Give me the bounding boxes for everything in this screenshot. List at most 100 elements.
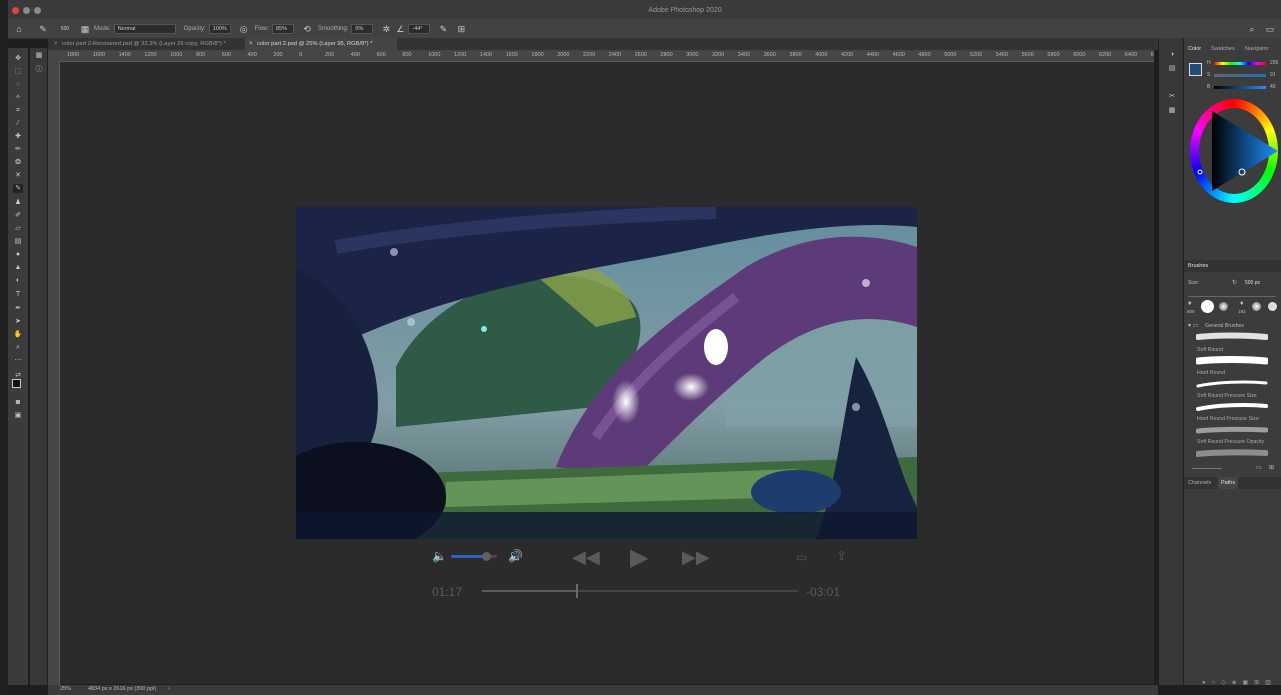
eraser-tool-icon[interactable]: ▱ [13,224,23,233]
brightness-slider[interactable] [1214,86,1266,89]
brush-hard-round-pressure-size[interactable]: Hard Round Pressure Size [1197,416,1259,422]
screen-mode-icon[interactable]: ▣ [13,411,23,420]
document-info[interactable]: 4834 px x 2616 px (300 ppi) [88,686,156,692]
search-icon[interactable]: ⌕ [1247,24,1257,34]
foreground-color-swatch[interactable] [12,379,21,388]
adjust-icon[interactable]: ◑ [1167,50,1177,59]
airplay-icon[interactable]: ▭ [796,550,807,564]
info-icon[interactable]: ⓘ [34,65,44,74]
smoothing-options-icon[interactable]: ✲ [381,24,391,34]
zoom-window-button[interactable] [34,7,41,14]
angle-input[interactable]: -44° [408,23,431,34]
horizontal-ruler[interactable]: 1800 1600 1400 1200 1000 800 600 400 200 0 200 400 6… [60,50,1154,62]
brush-preset-tip-icon[interactable]: ♦ [1188,300,1192,307]
color-wheel[interactable] [1190,99,1278,203]
close-tab-icon[interactable]: × [54,38,58,50]
scrubber-handle[interactable] [575,584,578,598]
magic-wand-tool-icon[interactable]: ✧ [13,93,23,102]
brush-size-value[interactable]: 500 px [1245,280,1260,286]
brush-tool-icon[interactable]: ✎ [13,184,23,193]
brush-preset-tip-icon[interactable]: ♦ [1240,300,1244,307]
lasso-tool-icon[interactable]: ◌ [13,80,23,89]
smoothing-input[interactable]: 0% [351,23,374,34]
patch-tool-icon[interactable]: ❂ [13,158,23,167]
preview-size-slider[interactable] [1192,468,1222,469]
tab-navigator[interactable]: Navigator [1245,46,1269,52]
reset-brush-icon[interactable]: ↻ [1232,279,1237,286]
mode-select[interactable]: Normal [113,23,176,34]
path-selection-tool-icon[interactable]: ➤ [13,317,23,326]
home-icon[interactable]: ⌂ [14,24,24,34]
tab-swatches[interactable]: Swatches [1211,46,1235,52]
brush-size-picker[interactable]: 500 [58,24,72,34]
artwork-image[interactable] [296,207,917,539]
new-group-icon[interactable]: ▭ [1256,464,1262,471]
blur-tool-icon[interactable]: ● [13,250,23,259]
airbrush-icon[interactable]: ⟲ [302,24,312,34]
paths-footer-icons[interactable]: ●○◇◈▣⊞▥ [1202,679,1277,686]
tab-paths[interactable]: Paths [1218,477,1239,489]
crop-tool-icon[interactable]: ⌗ [13,106,23,115]
vertical-ruler[interactable] [48,61,60,685]
volume-high-icon[interactable]: 🔊 [508,549,523,563]
volume-knob[interactable] [481,552,491,561]
saturation-slider[interactable] [1214,74,1266,77]
brush-settings-icon[interactable]: ▦ [80,24,90,34]
opacity-input[interactable]: 100% [208,23,231,34]
brush-soft-round-pressure-size[interactable]: Soft Round Pressure Size [1197,393,1257,399]
play-icon[interactable]: ▶ [630,543,648,572]
tab-brushes[interactable]: Brushes [1188,263,1208,269]
move-tool-icon[interactable]: ✥ [13,54,23,63]
tab-color-part-2[interactable]: × color part 2.psd @ 25% (Layer 95, RGB/… [245,38,397,50]
status-expand-icon[interactable]: › [168,686,170,692]
share-icon[interactable]: ⇪ [836,548,847,564]
eyedropper-tool-icon[interactable]: ⁄ [13,119,23,128]
healing-brush-tool-icon[interactable]: ✚ [13,132,23,141]
new-brush-icon[interactable]: ⊞ [1269,464,1274,471]
type-tool-icon[interactable]: T [13,290,23,299]
volume-low-icon[interactable]: 🔈 [432,549,447,563]
brush-preset-hard[interactable] [1268,302,1277,311]
dodge-tool-icon[interactable]: ◐ [13,276,23,285]
clone-source-icon[interactable]: ▦ [1167,106,1177,115]
tab-color-part-2-recovered[interactable]: × color part 2-Recovered.psd @ 33.3% (La… [50,38,252,50]
pressure-opacity-icon[interactable]: ◎ [239,24,249,34]
zoom-tool-icon[interactable]: ⌕ [13,343,23,352]
brush-soft-round[interactable]: Soft Round [1197,347,1223,353]
pen-tool-icon[interactable]: ✒ [13,304,23,313]
more-tools-icon[interactable]: ⋯ [13,356,23,365]
marquee-tool-icon[interactable]: ⬚ [13,67,23,76]
pencil-tool-icon[interactable]: ✏ [13,145,23,154]
pressure-size-icon[interactable]: ✎ [438,24,448,34]
hue-slider[interactable] [1214,62,1266,65]
symmetry-icon[interactable]: ⊞ [456,24,466,34]
foreground-color-chip[interactable] [1189,63,1202,76]
color-triangle[interactable] [1190,99,1278,203]
workspace-icon[interactable]: ▭ [1265,24,1275,34]
tab-channels[interactable]: Channels [1188,480,1211,486]
brush-preset-soft[interactable] [1252,302,1261,311]
quick-mask-icon[interactable]: ◙ [13,398,23,407]
properties-icon[interactable]: ▦ [34,51,44,60]
size-slider[interactable] [1188,296,1276,297]
flow-input[interactable]: 85% [272,23,295,34]
brush-preset-soft-round[interactable] [1219,302,1228,311]
history-brush-tool-icon[interactable]: ✐ [13,211,23,220]
zoom-level[interactable]: 25% [60,686,71,692]
gradient-tool-icon[interactable]: ▤ [13,237,23,246]
minimize-window-button[interactable] [23,7,30,14]
brush-tool-preset-icon[interactable]: ✎ [38,24,48,34]
sharpen-tool-icon[interactable]: ▲ [13,263,23,272]
folder-expand-icon[interactable]: ▾ ▭ [1188,322,1198,329]
hand-tool-icon[interactable]: ✋ [13,330,23,339]
scrubber-track[interactable] [482,584,798,598]
fast-forward-icon[interactable]: ▶▶ [682,547,710,568]
rewind-icon[interactable]: ◀◀ [572,547,600,568]
brush-soft-round-pressure-opacity[interactable]: Soft Round Pressure Opacity [1197,439,1264,445]
volume-slider[interactable] [451,552,497,561]
tab-color[interactable]: Color [1188,46,1201,52]
close-window-button[interactable] [12,7,19,14]
clone-stamp-tool-icon[interactable]: ♟ [13,198,23,207]
libraries-icon[interactable]: ▤ [1167,64,1177,73]
brush-settings-panel-icon[interactable]: ✂ [1167,92,1177,101]
